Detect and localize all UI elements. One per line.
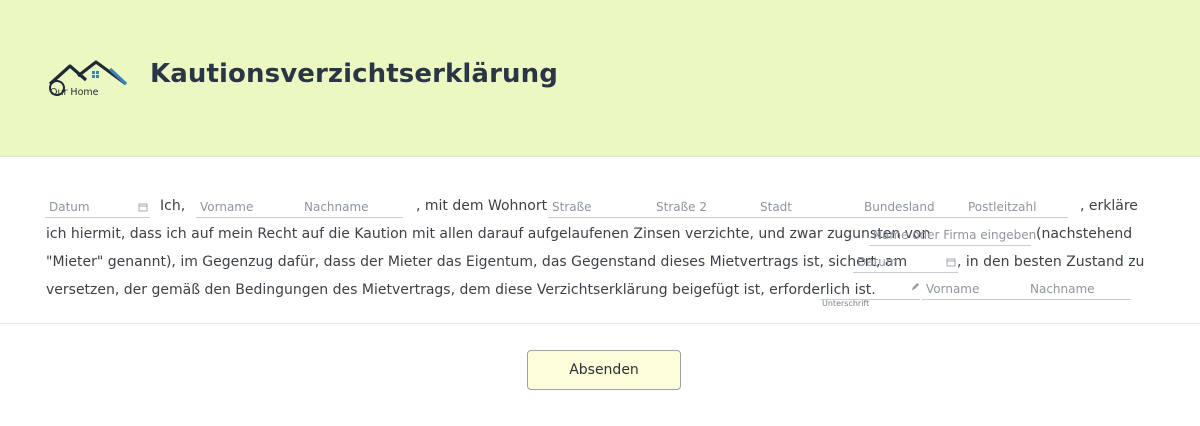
zip-placeholder: Postleitzahl	[968, 200, 1037, 214]
address-field[interactable]: Straße Straße 2 Stadt Bundesland Postlei…	[548, 195, 1068, 218]
beneficiary-placeholder: Name oder Firma eingeben	[873, 228, 1037, 242]
street-placeholder: Straße	[552, 200, 592, 214]
last-name-placeholder: Nachname	[304, 200, 369, 214]
waiver-form: Datum Ich, Vorname Nachname , mit dem Wo…	[0, 157, 1200, 324]
logo-text: Our Home	[50, 87, 99, 98]
sig-first-name-placeholder: Vorname	[926, 282, 980, 296]
erklaere-text: , erkläre	[1080, 198, 1138, 214]
submit-button[interactable]: Absenden	[527, 350, 681, 390]
beneficiary-field[interactable]: Name oder Firma eingeben	[869, 223, 1036, 246]
date-field-2[interactable]: Datum	[853, 250, 958, 273]
wohnort-text: , mit dem Wohnort	[416, 198, 548, 214]
header: Our Home Kautionsverzichtserklärung	[0, 0, 1200, 157]
sig-last-name-placeholder: Nachname	[1030, 282, 1095, 296]
date-placeholder: Datum	[49, 200, 90, 214]
date2-placeholder: Datum	[857, 255, 898, 269]
signature-label: Unterschrift	[822, 299, 870, 308]
first-name-placeholder: Vorname	[200, 200, 254, 214]
pen-icon	[911, 282, 920, 291]
line2-text: ich hiermit, dass ich auf mein Recht auf…	[46, 226, 931, 242]
tenant-name-field[interactable]: Vorname Nachname	[196, 195, 403, 218]
nachstehend-text: (nachstehend	[1036, 226, 1133, 242]
ich-text: Ich,	[160, 198, 186, 214]
page-title: Kautionsverzichtserklärung	[150, 59, 558, 89]
house-logo-icon: Our Home	[48, 60, 128, 98]
line4-text: versetzen, der gemäß den Bedingungen des…	[46, 282, 876, 298]
state-placeholder: Bundesland	[864, 200, 935, 214]
signature-field[interactable]	[820, 277, 920, 300]
calendar-icon	[138, 203, 148, 212]
signer-name-field[interactable]: Vorname Nachname	[922, 277, 1131, 300]
street2-placeholder: Straße 2	[656, 200, 707, 214]
line3-end-text: , in den besten Zustand zu	[957, 254, 1145, 270]
date-field[interactable]: Datum	[45, 195, 150, 218]
line3-text: "Mieter" genannt), im Gegenzug dafür, da…	[46, 254, 908, 270]
city-placeholder: Stadt	[760, 200, 792, 214]
calendar-icon	[946, 258, 956, 267]
